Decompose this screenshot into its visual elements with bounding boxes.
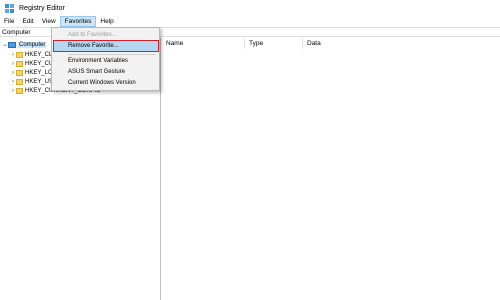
folder-icon	[16, 51, 23, 58]
column-data[interactable]: Data	[303, 38, 423, 49]
menu-favorites[interactable]: Favorites	[59, 16, 97, 27]
folder-icon	[16, 87, 23, 94]
tree-item-label: HKEY_CL	[25, 51, 53, 58]
menu-help[interactable]: Help	[96, 16, 117, 27]
favorites-dropdown-menu: Add to Favorites... Remove Favorite... E…	[51, 27, 160, 91]
address-path: Computer	[2, 29, 31, 36]
column-type[interactable]: Type	[245, 38, 303, 49]
tree-item-hkey[interactable]: › HKEY_CU	[10, 59, 53, 68]
tree-item-label: Computer	[18, 41, 47, 48]
tree-item-computer[interactable]: ⌄ Computer	[2, 40, 47, 49]
tree-item-hkey[interactable]: › HKEY_CL	[10, 50, 52, 59]
favorite-item[interactable]: Environment Variables	[54, 56, 158, 66]
tree-item-label: HKEY_LC	[25, 69, 53, 76]
favorite-item[interactable]: Current Windows Version	[54, 78, 158, 88]
values-list-header: Name Type Data	[162, 38, 500, 49]
favorite-item[interactable]: ASUS Smart Gesture	[54, 67, 158, 77]
tree-item-label: HKEY_US	[25, 78, 54, 85]
menu-bar: File Edit View Favorites Help	[0, 16, 500, 27]
menu-separator	[68, 54, 156, 55]
add-to-favorites-item[interactable]: Add to Favorites...	[54, 30, 158, 40]
tree-item-hkey[interactable]: › HKEY_US	[10, 77, 53, 86]
folder-icon	[16, 69, 23, 76]
column-name[interactable]: Name	[162, 38, 245, 49]
folder-icon	[16, 78, 23, 85]
menu-file[interactable]: File	[0, 16, 18, 27]
folder-icon	[16, 60, 23, 67]
registry-editor-icon	[5, 3, 14, 13]
remove-favorite-item[interactable]: Remove Favorite...	[53, 40, 159, 52]
computer-icon	[8, 41, 16, 48]
title-bar: Registry Editor	[0, 0, 500, 16]
menu-view[interactable]: View	[38, 16, 60, 27]
menu-edit[interactable]: Edit	[18, 16, 37, 27]
tree-item-hkey[interactable]: › HKEY_LC	[10, 68, 52, 77]
tree-item-label: HKEY_CU	[25, 60, 54, 67]
window-title: Registry Editor	[19, 4, 65, 12]
